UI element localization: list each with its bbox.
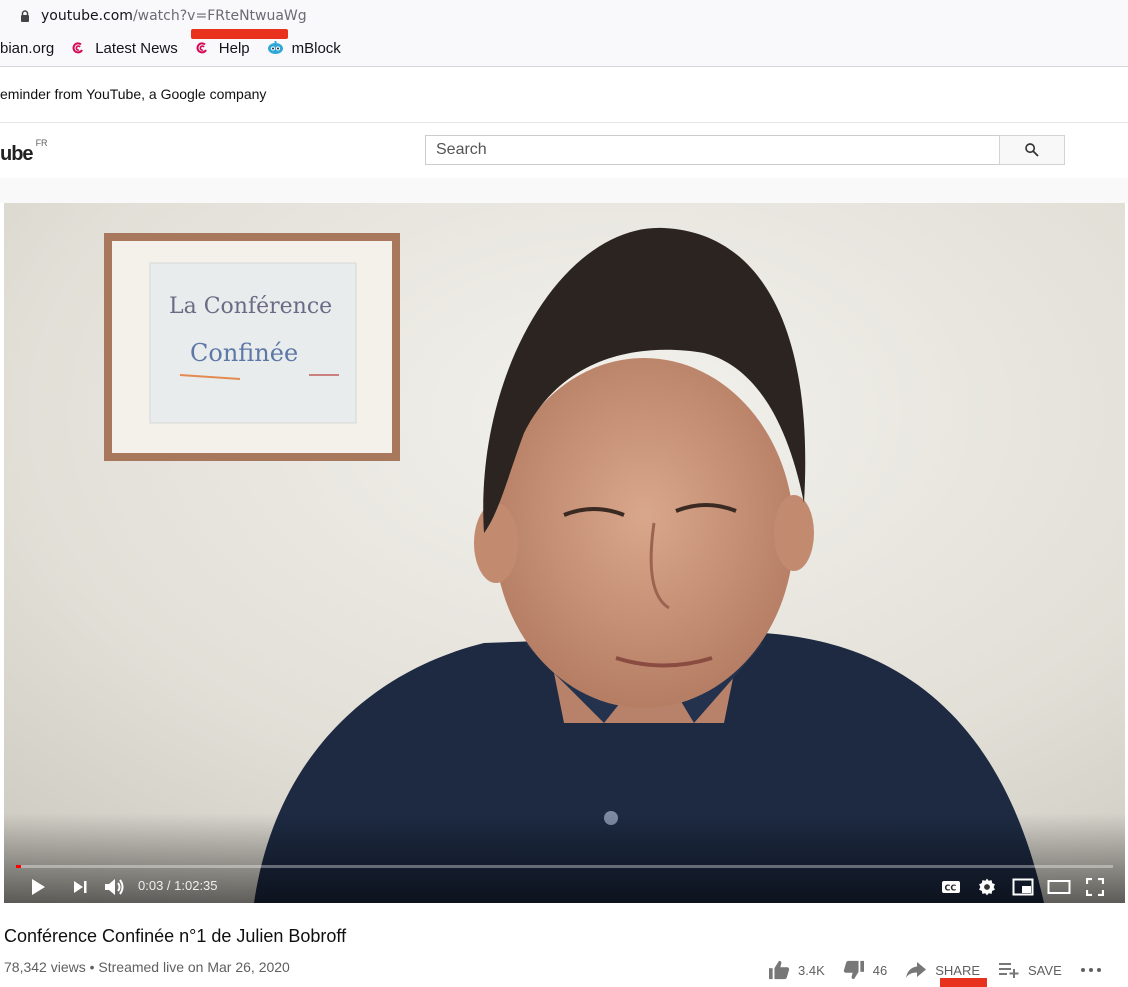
fullscreen-button[interactable] xyxy=(1083,875,1107,899)
dislike-count: 46 xyxy=(872,962,888,978)
mblock-robot-icon xyxy=(267,41,283,54)
logo-text: ube xyxy=(0,143,34,165)
search-icon xyxy=(1025,143,1039,157)
video-player[interactable]: La Conférence Confinée 0:03 / 1:02:35 CC xyxy=(4,203,1125,903)
miniplayer-button[interactable] xyxy=(1011,875,1035,899)
address-bar[interactable]: youtube.com/watch?v=FRteNtwuaWg xyxy=(41,8,307,24)
red-annotation-mark xyxy=(940,978,987,987)
lock-icon xyxy=(21,10,29,22)
miniplayer-icon xyxy=(1012,878,1034,896)
save-button[interactable]: SAVE xyxy=(998,961,1062,979)
youtube-header: ube FR xyxy=(0,123,1128,178)
poster-line-1: La Conférence xyxy=(169,294,332,319)
progress-bar[interactable] xyxy=(16,865,1113,868)
like-button[interactable]: 3.4K xyxy=(768,960,825,980)
settings-button[interactable] xyxy=(975,875,999,899)
playlist-add-icon xyxy=(999,963,1019,978)
bookmark-latest-news[interactable]: Latest News xyxy=(71,40,178,57)
bookmark-help[interactable]: Help xyxy=(195,40,250,57)
subtitles-button[interactable]: CC xyxy=(939,875,963,899)
share-arrow-icon xyxy=(906,962,927,978)
video-meta: 78,342 views • Streamed live on Mar 26, … xyxy=(4,959,290,975)
thumbs-down-icon xyxy=(843,960,864,980)
gear-icon xyxy=(979,878,995,896)
fullscreen-icon xyxy=(1086,878,1104,896)
bookmark-label: mBlock xyxy=(291,39,341,57)
like-count: 3.4K xyxy=(798,962,825,978)
play-icon xyxy=(32,879,45,895)
cc-icon: CC xyxy=(942,881,960,893)
play-button[interactable] xyxy=(26,875,50,899)
volume-icon xyxy=(105,879,124,895)
url-host: youtube.com xyxy=(41,8,133,24)
theater-icon xyxy=(1047,880,1071,894)
share-button[interactable]: SHARE xyxy=(905,961,980,979)
theater-mode-button[interactable] xyxy=(1047,875,1071,899)
share-label: SHARE xyxy=(935,962,981,978)
search-box xyxy=(425,135,999,165)
poster-line-2: Confinée xyxy=(190,339,298,367)
dislike-button[interactable]: 46 xyxy=(843,960,887,980)
bookmark-mblock[interactable]: mBlock xyxy=(267,40,341,57)
more-horizontal-icon xyxy=(1080,968,1101,972)
bookmark-label: bian.org xyxy=(0,39,55,57)
search-input[interactable] xyxy=(426,136,999,164)
video-frame: La Conférence Confinée xyxy=(4,203,1125,903)
page-background xyxy=(0,178,1128,203)
bookmark-debian[interactable]: bian.org xyxy=(0,40,54,57)
next-button[interactable] xyxy=(68,875,92,899)
save-label: SAVE xyxy=(1028,962,1062,978)
bookmark-label: Latest News xyxy=(95,39,178,57)
logo-region: FR xyxy=(35,138,48,149)
browser-toolbar: youtube.com/watch?v=FRteNtwuaWg bian.org… xyxy=(0,0,1128,67)
time-display: 0:03 / 1:02:35 xyxy=(138,878,218,893)
search-button[interactable] xyxy=(999,135,1065,165)
bookmark-label: Help xyxy=(218,39,250,57)
url-path: /watch?v=FRteNtwuaWg xyxy=(132,8,307,24)
debian-swirl-icon xyxy=(196,42,207,54)
reminder-text: eminder from YouTube, a Google company xyxy=(0,86,267,102)
thumbs-up-icon xyxy=(769,960,790,980)
debian-swirl-icon xyxy=(72,42,84,54)
more-actions-button[interactable] xyxy=(1080,966,1110,974)
svg-text:CC: CC xyxy=(945,884,957,893)
consent-reminder-banner: eminder from YouTube, a Google company xyxy=(0,67,1128,123)
video-title: Conférence Confinée n°1 de Julien Bobrof… xyxy=(4,926,347,946)
mute-button[interactable] xyxy=(102,875,128,899)
bookmarks-bar: bian.org Latest News Help mBlock xyxy=(0,36,358,60)
next-icon xyxy=(74,881,87,893)
youtube-logo[interactable]: ube FR xyxy=(0,138,48,166)
progress-played xyxy=(16,865,22,868)
